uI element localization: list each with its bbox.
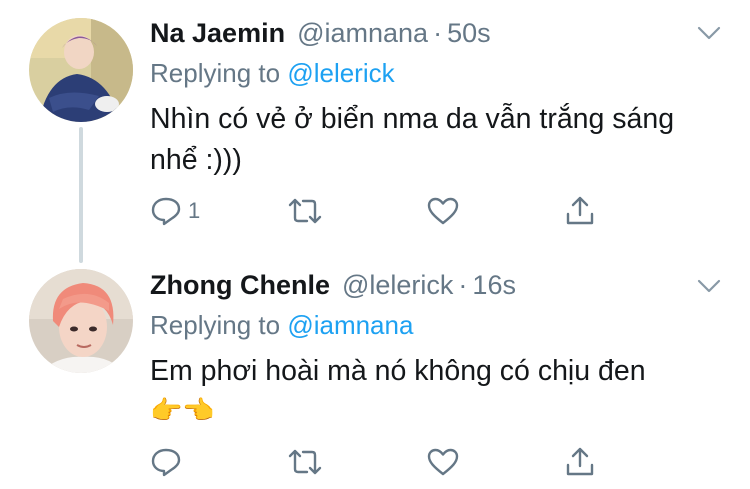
reply-icon <box>150 196 182 226</box>
avatar[interactable] <box>29 269 133 373</box>
separator-dot: · <box>458 270 468 300</box>
like-button[interactable] <box>426 194 460 228</box>
thread-line <box>79 127 83 263</box>
retweet-button[interactable] <box>286 194 324 228</box>
action-bar <box>150 445 610 479</box>
action-bar: 1 <box>150 194 610 228</box>
replying-to: Replying to @lelerick <box>150 56 395 90</box>
mention-link[interactable]: @iamnana <box>287 310 413 340</box>
reply-button[interactable]: 1 <box>150 194 200 228</box>
reply-button[interactable] <box>150 445 188 479</box>
tweet-text: Nhìn có vẻ ở biển nma da vẫn trắng sáng … <box>150 99 710 181</box>
replying-to: Replying to @iamnana <box>150 308 413 342</box>
replying-prefix: Replying to <box>150 310 281 340</box>
like-icon <box>426 196 460 226</box>
replying-prefix: Replying to <box>150 58 281 88</box>
display-name[interactable]: Na Jaemin <box>150 15 285 51</box>
like-button[interactable] <box>426 445 460 479</box>
share-icon <box>564 195 596 227</box>
retweet-icon <box>286 447 324 477</box>
display-name[interactable]: Zhong Chenle <box>150 267 330 303</box>
tweet[interactable]: Na Jaemin @iamnana · 50s Replying to @le… <box>0 0 750 263</box>
tweet-header: Na Jaemin @iamnana · 50s <box>150 15 491 51</box>
retweet-button[interactable] <box>286 445 324 479</box>
share-button[interactable] <box>564 194 596 228</box>
tweet-text-content: Em phơi hoài mà nó không có chịu đen <box>150 355 646 387</box>
timestamp[interactable]: 16s <box>472 267 516 303</box>
mention-link[interactable]: @lelerick <box>287 58 394 88</box>
tweet-text-content: Nhìn có vẻ ở biển nma da vẫn trắng sáng … <box>150 103 675 176</box>
avatar[interactable] <box>29 18 133 122</box>
tweet-header: Zhong Chenle @lelerick · 16s <box>150 267 516 303</box>
separator-dot: · <box>433 18 443 48</box>
like-icon <box>426 447 460 477</box>
share-button[interactable] <box>564 445 596 479</box>
retweet-icon <box>286 196 324 226</box>
tweet-text: Em phơi hoài mà nó không có chịu đen 👉👈 <box>150 351 710 428</box>
tweet[interactable]: Zhong Chenle @lelerick · 16s Replying to… <box>0 255 750 489</box>
user-handle[interactable]: @iamnana <box>297 15 428 51</box>
emoji: 👉👈 <box>150 395 215 425</box>
timestamp[interactable]: 50s <box>447 15 491 51</box>
chevron-down-icon[interactable] <box>696 277 722 295</box>
share-icon <box>564 446 596 478</box>
chevron-down-icon[interactable] <box>696 24 722 42</box>
reply-icon <box>150 447 182 477</box>
user-handle[interactable]: @lelerick <box>342 267 453 303</box>
reply-count: 1 <box>188 198 201 223</box>
